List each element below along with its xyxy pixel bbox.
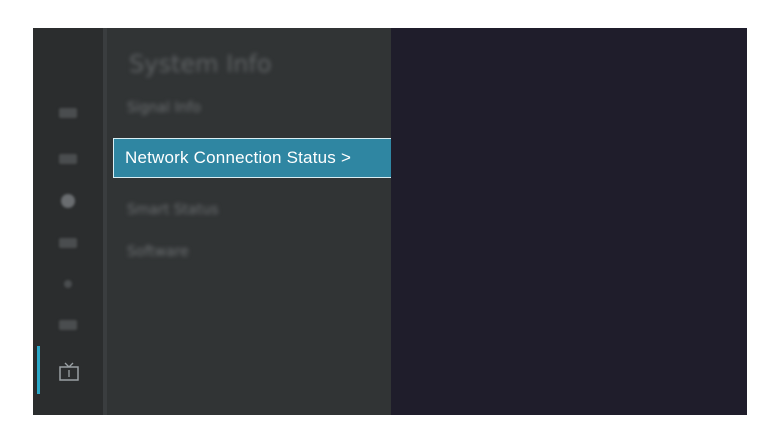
settings-rail xyxy=(33,28,103,415)
accessibility-icon[interactable] xyxy=(64,280,72,288)
tv-screen: System Info Signal Info Network Connecti… xyxy=(33,28,747,415)
tv-icon[interactable] xyxy=(57,361,81,383)
menu-item-label: Network Connection Status xyxy=(125,148,336,167)
apps-icon[interactable] xyxy=(59,320,77,330)
menu-item-smart-status[interactable]: Smart Status xyxy=(127,202,218,218)
menu-item-network-connection-status[interactable]: Network Connection Status > xyxy=(113,138,392,178)
menu-title: System Info xyxy=(129,50,272,78)
chevron-right-icon: > xyxy=(341,148,352,167)
picture-icon[interactable] xyxy=(59,154,77,164)
network-icon[interactable] xyxy=(59,238,77,248)
system-info-menu: System Info Signal Info Network Connecti… xyxy=(107,28,392,415)
input-icon[interactable] xyxy=(59,108,77,118)
active-indicator xyxy=(37,346,40,394)
detail-panel xyxy=(391,28,747,415)
sound-icon[interactable] xyxy=(61,194,75,208)
menu-item-signal-info[interactable]: Signal Info xyxy=(127,100,201,116)
menu-item-software[interactable]: Software xyxy=(127,244,189,260)
